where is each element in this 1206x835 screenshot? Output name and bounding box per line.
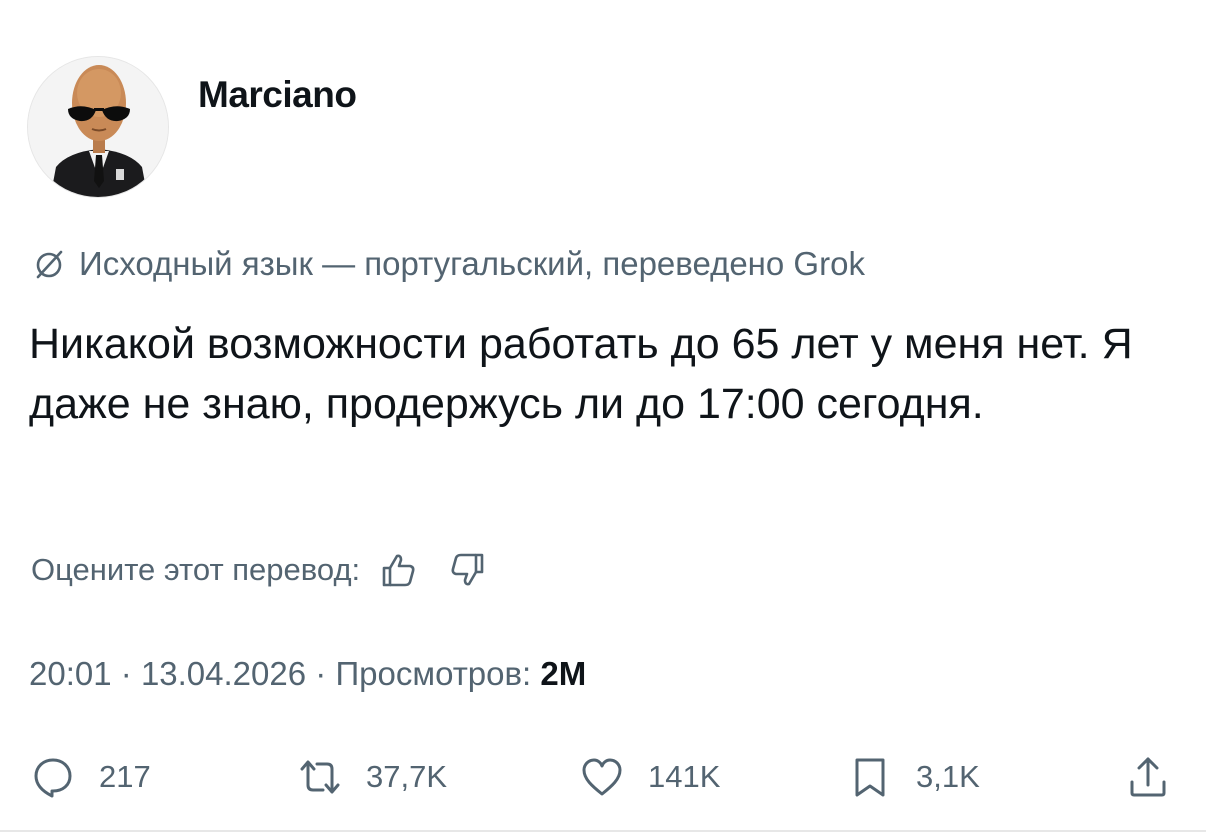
translation-note: Исходный язык — португальский, переведен… (31, 245, 865, 283)
thumbs-down-icon (451, 553, 484, 586)
retweet-icon (300, 760, 340, 794)
avatar[interactable] (27, 56, 169, 198)
tweet-text: Никакой возможности работать до 65 лет у… (29, 320, 1133, 428)
like-count: 141K (648, 759, 721, 794)
like-button[interactable]: 141K (580, 755, 720, 799)
share-button[interactable] (1126, 755, 1170, 799)
author-name[interactable]: Marciano (198, 74, 357, 116)
reply-count: 217 (99, 759, 151, 794)
reply-button[interactable]: 217 (31, 755, 151, 799)
heart-icon (582, 758, 622, 796)
tweet-date[interactable]: 13.04.2026 (141, 655, 306, 692)
retweet-button[interactable]: 37,7K (298, 755, 447, 799)
tweet-card: Marciano Исходный язык — португальский, … (0, 0, 1206, 835)
rate-prompt: Оцените этот перевод: (31, 552, 361, 587)
views-label: Просмотров: (335, 655, 532, 692)
share-icon (1130, 757, 1166, 797)
views-count[interactable]: 2M (540, 655, 586, 692)
bookmark-button[interactable]: 3,1K (848, 755, 980, 799)
divider (0, 830, 1206, 832)
thumbs-down-button[interactable] (448, 550, 488, 590)
rate-translation: Оцените этот перевод: (31, 550, 488, 590)
translation-note-text: Исходный язык — португальский, переведен… (79, 245, 865, 282)
tweet-time[interactable]: 20:01 (29, 655, 112, 692)
bookmark-count: 3,1K (916, 759, 980, 794)
thumbs-up-button[interactable] (378, 550, 418, 590)
thumbs-up-icon (382, 554, 415, 587)
retweet-count: 37,7K (366, 759, 448, 794)
translate-icon (36, 250, 63, 279)
meta-separator: · (315, 655, 336, 692)
tweet-meta: 20:01 · 13.04.2026 · Просмотров: 2M (29, 655, 586, 693)
meta-separator: · (120, 655, 141, 692)
reply-icon (34, 758, 72, 798)
alien-avatar-image (28, 57, 168, 197)
bookmark-icon (855, 758, 885, 797)
